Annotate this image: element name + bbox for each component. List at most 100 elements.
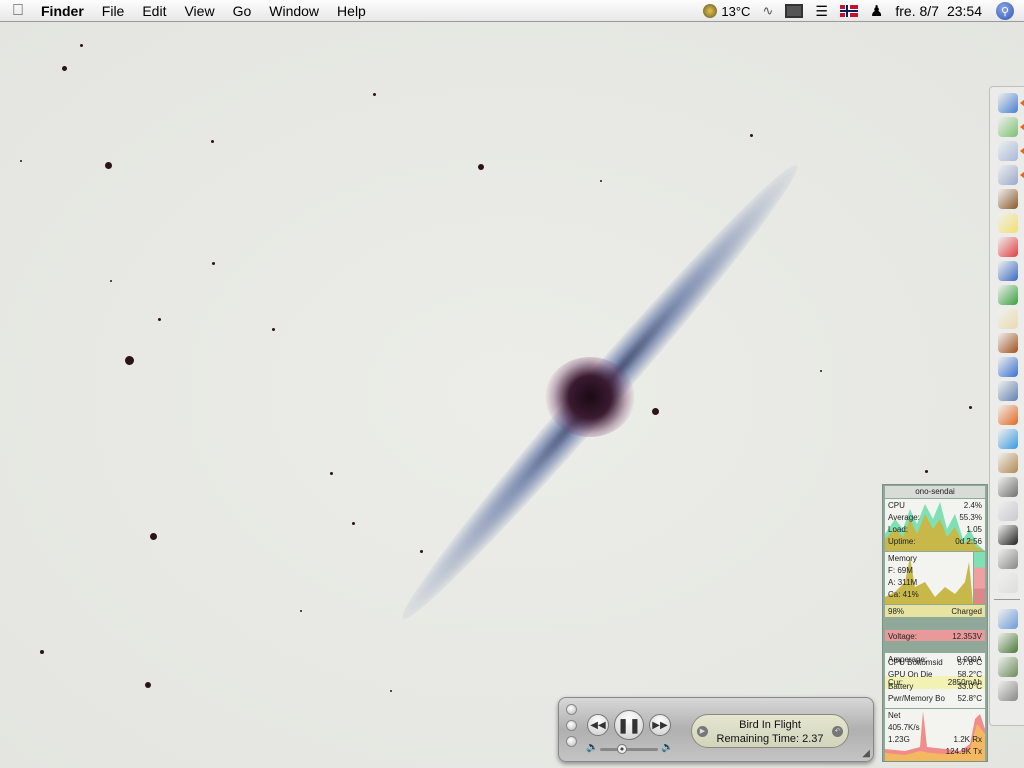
ical-icon[interactable]: [998, 237, 1018, 257]
star: [820, 370, 822, 372]
firefox-icon[interactable]: [998, 405, 1018, 425]
desktop: [0, 22, 1024, 768]
monitor-title: ono-sendai: [885, 486, 985, 498]
sensor-name: Battery: [888, 682, 914, 691]
apple-icon[interactable]: [998, 573, 1018, 593]
star: [150, 533, 157, 540]
net-label: Net: [888, 711, 901, 720]
menu-view[interactable]: View: [175, 3, 223, 19]
remaining-time: Remaining Time: 2.37: [716, 733, 824, 745]
activity-icon[interactable]: ∿: [762, 3, 773, 19]
average-label: Average:: [888, 513, 920, 522]
pause-button[interactable]: ❚❚: [614, 710, 644, 740]
apple-menu-icon[interactable]: : [12, 2, 32, 20]
memory-bar: [974, 552, 985, 604]
keyboard-flag-icon[interactable]: [839, 5, 858, 17]
memory-free: F: 69M: [888, 566, 913, 575]
textedit-icon[interactable]: [998, 309, 1018, 329]
temperature-readout[interactable]: 13°C: [721, 4, 750, 19]
star: [390, 690, 392, 692]
sensor-value: 58.2°C: [957, 670, 982, 679]
battery-percent: 98%: [888, 607, 905, 616]
load-value: 1.05: [966, 525, 982, 534]
cpu-section: CPU 2.4% Average: 55.3% Load: 1.05 Uptime: 0…: [885, 499, 985, 551]
menu-app-finder[interactable]: Finder: [32, 3, 93, 19]
weather-icon[interactable]: [703, 4, 718, 18]
disk-utility-icon[interactable]: [998, 501, 1018, 521]
net-total: 1.23G: [888, 735, 910, 744]
temperature-row: Pwr/Memory Bo 52.8°C: [888, 693, 982, 705]
quicksilver-icon[interactable]: [998, 261, 1018, 281]
display-play-icon[interactable]: ▶: [697, 726, 708, 737]
iphoto-icon[interactable]: [998, 333, 1018, 353]
dock: [989, 86, 1024, 726]
temperature-section: CPU Bottomsid 57.8°C GPU On Die 58.2°C Batte…: [885, 656, 985, 708]
display-back-icon[interactable]: ↶: [832, 726, 843, 737]
system-monitor-widget: ono-sendai CPU 2.4% Average: 55.3% Load: 1.…: [882, 484, 988, 762]
volume-high-icon: 🔊: [661, 742, 674, 753]
minimize-window-button[interactable]: [566, 720, 577, 731]
safari-icon[interactable]: [998, 141, 1024, 161]
temperature-row: CPU Bottomsid 57.8°C: [888, 657, 982, 669]
net-tx: 124.9K Tx: [945, 747, 982, 756]
downloads-folder-icon[interactable]: [998, 633, 1018, 653]
menu-go[interactable]: Go: [224, 3, 261, 19]
resize-grip-icon[interactable]: ◢: [862, 748, 870, 759]
finder-icon[interactable]: [998, 93, 1024, 113]
sync-icon[interactable]: [998, 477, 1018, 497]
menu-clock[interactable]: 23:54: [947, 3, 982, 19]
running-indicator-icon: [1020, 147, 1024, 155]
close-window-button[interactable]: [566, 704, 577, 715]
uptime-value: 0d 2:56: [955, 537, 982, 546]
display-icon[interactable]: [785, 4, 804, 18]
next-track-button[interactable]: ▶▶: [649, 714, 671, 736]
cpu-value: 2.4%: [963, 501, 982, 510]
stickies-icon[interactable]: [998, 213, 1018, 233]
running-indicator-icon: [1020, 171, 1024, 179]
star: [272, 328, 275, 331]
wifi-icon[interactable]: ☰: [815, 3, 828, 20]
star: [925, 470, 928, 473]
menu-help[interactable]: Help: [328, 3, 375, 19]
network-icon[interactable]: [998, 357, 1018, 377]
user-icon[interactable]: ♟: [870, 2, 883, 20]
net-icon[interactable]: [998, 285, 1018, 305]
star: [145, 682, 151, 688]
star: [20, 160, 22, 162]
star: [158, 318, 161, 321]
battery-status: Charged: [951, 607, 982, 616]
spotlight-icon[interactable]: ⚲: [996, 2, 1014, 20]
volume-knob[interactable]: [616, 744, 627, 754]
remote-desktop-icon[interactable]: [998, 381, 1018, 401]
previous-track-button[interactable]: ◀◀: [587, 714, 609, 736]
track-display[interactable]: ▶ Bird In Flight Remaining Time: 2.37 ↶: [691, 714, 849, 748]
trash-icon[interactable]: [998, 681, 1018, 701]
address-book-icon[interactable]: [998, 453, 1018, 473]
preview-icon[interactable]: [998, 165, 1024, 185]
star: [478, 164, 484, 170]
voltage-value: 12.353V: [952, 632, 982, 641]
volume-slider[interactable]: [600, 744, 658, 754]
documents-icon[interactable]: [998, 657, 1018, 677]
chess-icon[interactable]: [998, 189, 1018, 209]
star: [352, 522, 355, 525]
ichat-icon[interactable]: [998, 429, 1018, 449]
system-profiler-icon[interactable]: [998, 549, 1018, 569]
terminal-icon[interactable]: [998, 525, 1018, 545]
net-rx: 1.2K Rx: [953, 735, 982, 744]
star: [40, 650, 44, 654]
sensor-name: Pwr/Memory Bo: [888, 694, 945, 703]
zoom-window-button[interactable]: [566, 736, 577, 747]
itunes-icon[interactable]: [998, 117, 1024, 137]
menu-file[interactable]: File: [93, 3, 134, 19]
menu-date[interactable]: fre. 8/7: [895, 3, 939, 19]
star: [125, 356, 134, 365]
applications-folder-icon[interactable]: [998, 609, 1018, 629]
sensor-name: GPU On Die: [888, 670, 933, 679]
menu-edit[interactable]: Edit: [133, 3, 175, 19]
sensor-value: 33.0°C: [957, 682, 982, 691]
sensor-value: 52.8°C: [957, 694, 982, 703]
net-section: Net 405.7K/s 1.23G 1.2K Rx 124.9K Tx: [885, 709, 985, 761]
menu-window[interactable]: Window: [260, 3, 328, 19]
star: [969, 406, 972, 409]
